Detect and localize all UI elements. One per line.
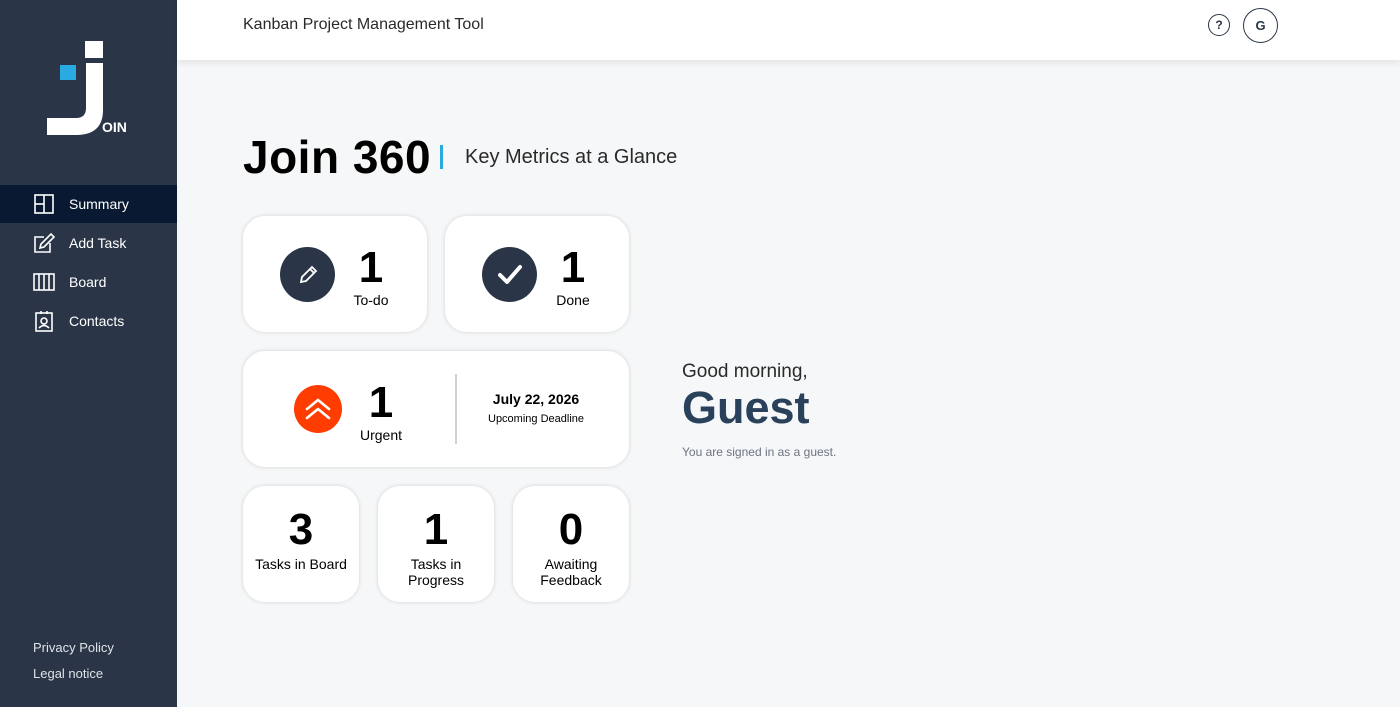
deadline-label: Upcoming Deadline [488, 413, 584, 425]
todo-count: 1 [358, 243, 384, 292]
done-label: Done [556, 292, 590, 308]
awaiting-feedback-card[interactable]: 0 Awaiting Feedback [513, 486, 629, 602]
board-count: 3 [288, 505, 314, 554]
title-divider [440, 145, 443, 169]
check-icon [482, 247, 537, 302]
feedback-label: Awaiting Feedback [540, 556, 602, 588]
greeting: Good morning, Guest You are signed in as… [682, 361, 836, 459]
sidebar-item-add-task[interactable]: Add Task [0, 224, 177, 262]
deadline-info: July 22, 2026 Upcoming Deadline [473, 391, 599, 425]
tasks-in-board-card[interactable]: 3 Tasks in Board [243, 486, 359, 602]
join-logo[interactable]: OIN [46, 40, 128, 136]
legal-notice-link[interactable]: Legal notice [33, 666, 114, 681]
contacts-icon [35, 311, 53, 332]
pencil-icon [280, 247, 335, 302]
progress-count: 1 [423, 505, 449, 554]
legal-links: Privacy Policy Legal notice [33, 629, 114, 681]
board-icon [33, 273, 55, 291]
greeting-text: Good morning, [682, 361, 808, 382]
deadline-date: July 22, 2026 [492, 391, 580, 407]
help-button[interactable]: ? [1208, 14, 1230, 36]
header-title: Kanban Project Management Tool [243, 16, 484, 33]
tasks-in-progress-card[interactable]: 1 Tasks in Progress [378, 486, 494, 602]
done-count: 1 [560, 243, 586, 292]
todo-card[interactable]: 1 To-do [243, 216, 427, 332]
urgent-card[interactable]: 1 Urgent July 22, 2026 Upcoming Deadline [243, 351, 629, 467]
todo-label: To-do [353, 292, 389, 308]
sidebar-item-board[interactable]: Board [0, 263, 177, 301]
urgent-metric: 1 Urgent [351, 378, 411, 444]
top-header: Kanban Project Management Tool ? G [177, 0, 1400, 60]
logo-text: OIN [102, 119, 127, 135]
avatar-initial: G [1255, 18, 1266, 33]
double-chevron-up-icon [294, 385, 342, 433]
urgent-count: 1 [368, 378, 394, 427]
add-task-icon [34, 232, 55, 253]
user-avatar[interactable]: G [1243, 8, 1278, 43]
board-label: Tasks in Board [255, 556, 347, 572]
sidebar: OIN Summary Add Task Board Contacts Priv… [0, 0, 177, 707]
sidebar-nav: Summary Add Task Board Contacts [0, 185, 177, 341]
sidebar-item-contacts[interactable]: Contacts [0, 302, 177, 340]
greeting-name: Guest [682, 382, 810, 433]
urgent-label: Urgent [359, 427, 403, 443]
progress-label: Tasks in Progress [407, 556, 465, 588]
sidebar-item-label: Board [69, 274, 107, 290]
help-icon: ? [1215, 18, 1223, 32]
guest-note: You are signed in as a guest. [682, 445, 837, 459]
page-subtitle: Key Metrics at a Glance [465, 146, 678, 168]
sidebar-item-summary[interactable]: Summary [0, 185, 177, 223]
sidebar-item-label: Add Task [69, 235, 127, 251]
sidebar-item-label: Contacts [69, 313, 125, 329]
todo-metric: 1 To-do [341, 243, 401, 309]
privacy-policy-link[interactable]: Privacy Policy [33, 640, 114, 655]
done-metric: 1 Done [543, 243, 603, 309]
summary-icon [34, 194, 54, 214]
urgent-divider [455, 374, 457, 444]
page-title: Join 360 [243, 131, 432, 183]
feedback-count: 0 [558, 505, 584, 554]
done-card[interactable]: 1 Done [445, 216, 629, 332]
sidebar-item-label: Summary [69, 196, 129, 212]
